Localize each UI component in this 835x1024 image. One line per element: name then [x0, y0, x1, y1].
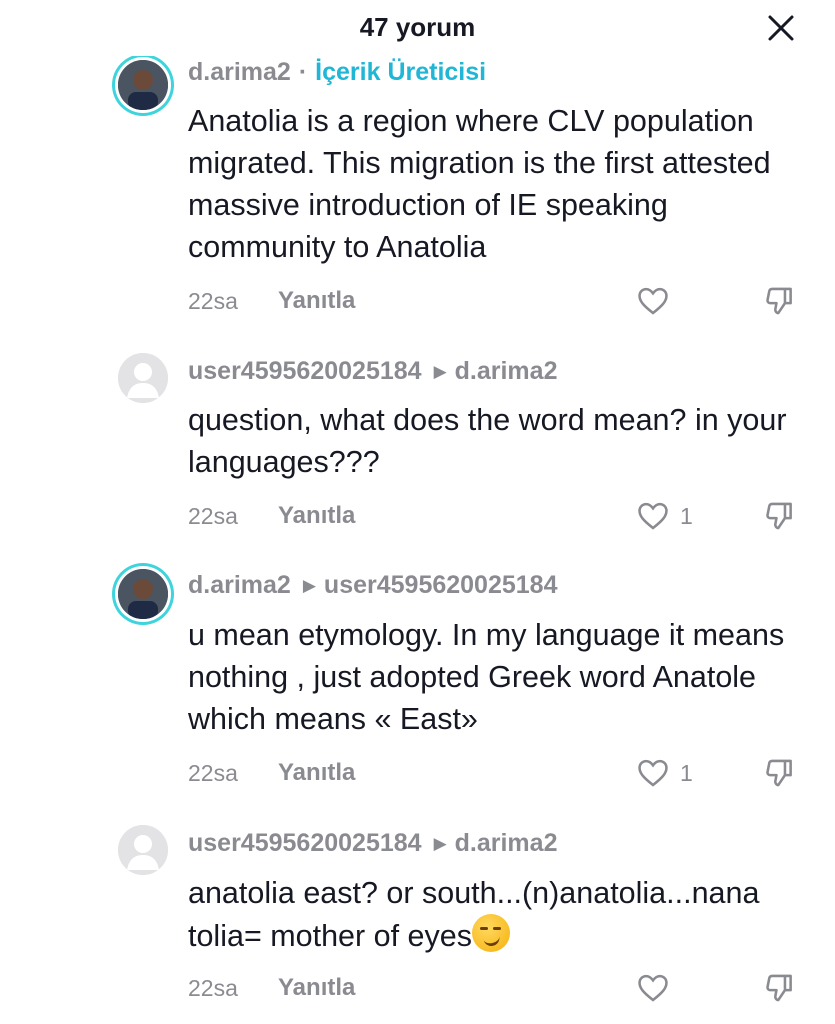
creator-badge: İçerik Üreticisi: [315, 58, 487, 86]
dislike-icon[interactable]: [763, 971, 797, 1005]
comment-actions: 22sa Yanıtla: [188, 971, 818, 1007]
reply-button[interactable]: Yanıtla: [278, 287, 355, 315]
avatar[interactable]: [118, 353, 168, 403]
reply-to-name[interactable]: d.arima2: [455, 357, 558, 385]
comment-meta: user4595620025184 ▶ d.arima2: [188, 357, 557, 386]
reply-arrow-icon: ▶: [433, 834, 447, 853]
reply-to-name[interactable]: d.arima2: [455, 829, 558, 857]
comment-actions: 22sa Yanıtla 1: [188, 756, 818, 792]
comment-text: u mean etymology. In my language it mean…: [188, 618, 785, 736]
like-count: 1: [680, 503, 693, 529]
reply-button[interactable]: Yanıtla: [278, 759, 355, 787]
reply-button[interactable]: Yanıtla: [278, 974, 355, 1002]
reply-button[interactable]: Yanıtla: [278, 502, 355, 530]
reply-arrow-icon: ▶: [302, 576, 316, 595]
dislike-icon[interactable]: [763, 284, 797, 318]
heart-icon[interactable]: [636, 499, 670, 533]
comment-meta: user4595620025184 ▶ d.arima2: [188, 829, 557, 858]
author-name[interactable]: d.arima2: [188, 58, 291, 86]
author-name[interactable]: d.arima2: [188, 571, 291, 599]
comment-text: Anatolia is a region where CLV populatio…: [188, 104, 771, 264]
like-count: 1: [680, 760, 693, 786]
comment-meta: d.arima2 ▶ user4595620025184: [188, 571, 557, 600]
dislike-icon[interactable]: [763, 499, 797, 533]
comment-time: 22sa: [188, 975, 238, 1001]
comment-time: 22sa: [188, 503, 238, 529]
comment-time: 22sa: [188, 760, 238, 786]
smirk-emoji-icon: [471, 914, 510, 952]
heart-icon[interactable]: [636, 284, 670, 318]
dislike-icon[interactable]: [763, 756, 797, 790]
heart-icon[interactable]: [636, 756, 670, 790]
comment-text: anatolia east? or south...(n)anatolia...…: [188, 872, 818, 957]
comment-text: question, what does the word mean? in yo…: [188, 403, 787, 479]
avatar[interactable]: [118, 60, 168, 110]
avatar[interactable]: [118, 569, 168, 619]
close-icon[interactable]: [765, 12, 797, 44]
author-name[interactable]: user4595620025184: [188, 829, 422, 857]
comment-actions: 22sa Yanıtla: [188, 284, 818, 320]
separator: ·: [298, 58, 308, 86]
comment-meta: d.arima2 · İçerik Üreticisi: [188, 58, 486, 87]
reply-to-name[interactable]: user4595620025184: [324, 571, 558, 599]
author-name[interactable]: user4595620025184: [188, 357, 422, 385]
comment-count-title: 47 yorum: [359, 12, 476, 42]
comment-time: 22sa: [188, 288, 238, 314]
reply-arrow-icon: ▶: [433, 362, 447, 381]
avatar[interactable]: [118, 825, 168, 875]
comment-actions: 22sa Yanıtla 1: [188, 499, 818, 535]
comments-header: 47 yorum: [0, 0, 835, 56]
heart-icon[interactable]: [636, 971, 670, 1005]
